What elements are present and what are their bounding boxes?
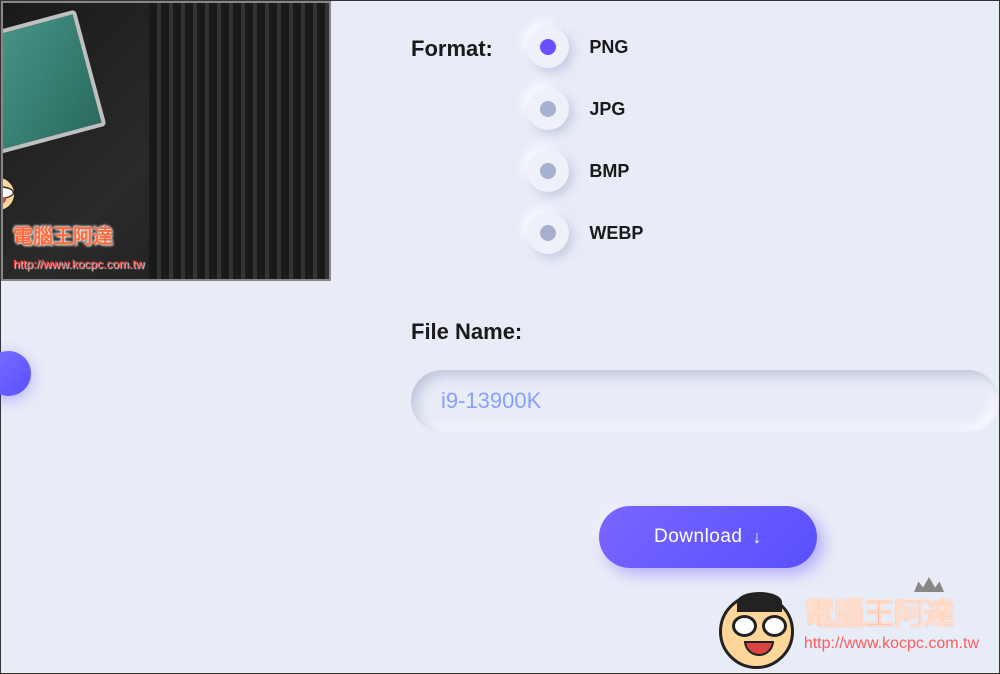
filename-label: File Name: [411,319,999,345]
download-label: Download [654,526,743,548]
decorative-circle [0,351,31,396]
crown-icon [914,577,944,592]
image-preview: 電腦王阿達 http://www.kocpc.com.tw [1,1,331,281]
radio-button[interactable] [527,26,569,68]
cpu-chip-graphic [1,10,106,157]
radio-dot-icon [540,39,556,55]
radio-item-png[interactable]: PNG [527,26,643,68]
radio-item-webp[interactable]: WEBP [527,212,643,254]
cartoon-avatar-icon [1,177,16,212]
filename-input[interactable] [411,370,999,432]
format-section: Format: PNG JPG BMP WEBP [411,26,999,274]
radio-dot-icon [540,163,556,179]
watermark-url: http://www.kocpc.com.tw [804,635,979,653]
download-button[interactable]: Download ↓ [599,506,817,568]
radio-item-bmp[interactable]: BMP [527,150,643,192]
radio-label: JPG [589,99,625,120]
cartoon-avatar-icon [719,594,794,669]
watermark-text: 電腦王阿達 [804,589,979,633]
radio-item-jpg[interactable]: JPG [527,88,643,130]
image-watermark-url: http://www.kocpc.com.tw [13,257,144,271]
radio-label: PNG [589,37,628,58]
radio-button[interactable] [527,212,569,254]
download-arrow-icon: ↓ [753,527,763,548]
image-watermark-text: 電腦王阿達 [13,220,113,249]
format-radio-group: PNG JPG BMP WEBP [527,26,643,274]
filename-section: File Name: [411,319,999,432]
page-watermark: 電腦王阿達 http://www.kocpc.com.tw [804,589,979,653]
radio-label: WEBP [589,223,643,244]
motherboard-texture [149,3,329,279]
radio-label: BMP [589,161,629,182]
radio-button[interactable] [527,150,569,192]
radio-button[interactable] [527,88,569,130]
app-container: 電腦王阿達 http://www.kocpc.com.tw Format: PN… [0,0,1000,674]
radio-dot-icon [540,225,556,241]
radio-dot-icon [540,101,556,117]
format-label: Format: [411,36,493,62]
